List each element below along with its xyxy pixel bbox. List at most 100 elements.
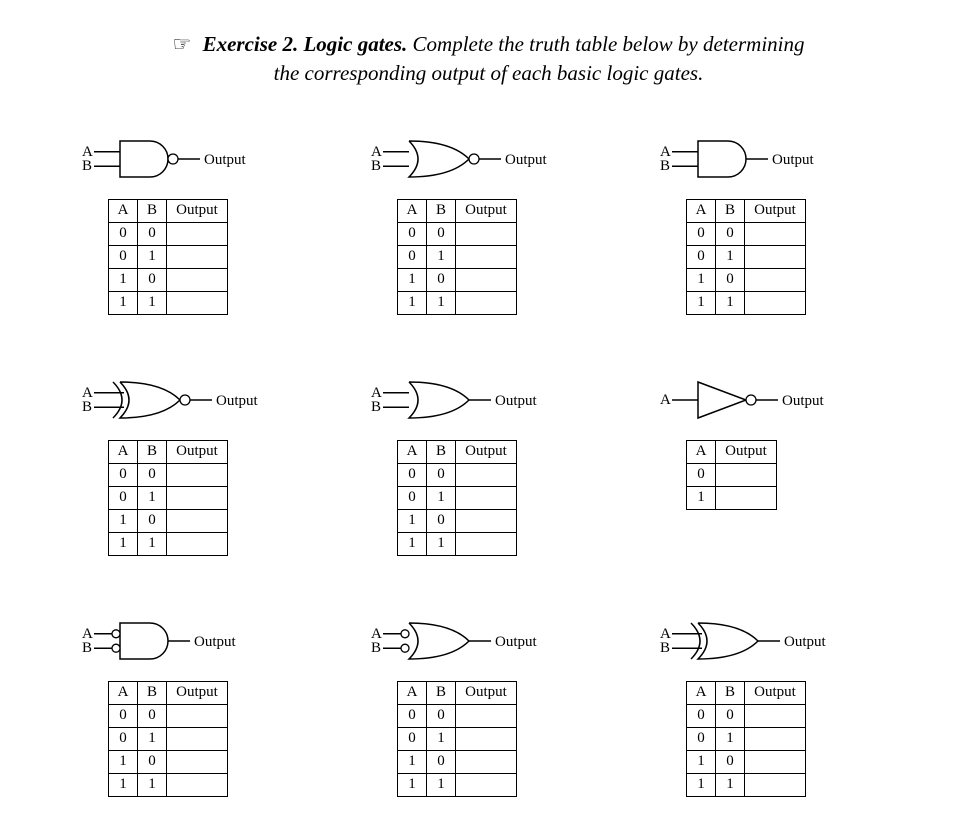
- truth-table: ABOutput00011011: [108, 440, 228, 556]
- cell-b: 1: [427, 291, 456, 314]
- gate-block: ABOutputABOutput00011011: [369, 129, 608, 315]
- cell-a: 0: [109, 704, 138, 727]
- cell-b: 1: [427, 245, 456, 268]
- table-row: 11: [109, 532, 228, 555]
- cell-output[interactable]: [456, 727, 517, 750]
- cell-output[interactable]: [167, 245, 228, 268]
- cell-a: 1: [687, 750, 716, 773]
- cell-b: 1: [716, 291, 745, 314]
- col-output-header: Output: [745, 199, 806, 222]
- cell-b: 1: [716, 727, 745, 750]
- cell-output[interactable]: [456, 291, 517, 314]
- svg-text:B: B: [660, 640, 670, 656]
- cell-output[interactable]: [167, 704, 228, 727]
- cell-output[interactable]: [167, 291, 228, 314]
- cell-output[interactable]: [167, 509, 228, 532]
- cell-b: 1: [138, 486, 167, 509]
- cell-output[interactable]: [745, 245, 806, 268]
- gate-block: ABOutputABOutput00011011: [658, 611, 897, 797]
- cell-b: 1: [427, 486, 456, 509]
- cell-a: 0: [687, 463, 716, 486]
- gate-symbol: ABOutput: [369, 370, 579, 430]
- table-row: 10: [109, 268, 228, 291]
- gate-symbol: AOutput: [658, 370, 868, 430]
- cell-output[interactable]: [456, 750, 517, 773]
- col-a-header: A: [398, 681, 427, 704]
- gate-block: AOutputAOutput01: [658, 370, 897, 556]
- cell-output[interactable]: [745, 750, 806, 773]
- cell-output[interactable]: [167, 532, 228, 555]
- cell-a: 0: [687, 222, 716, 245]
- svg-text:A: A: [660, 392, 671, 408]
- table-row: 01: [398, 486, 517, 509]
- svg-text:B: B: [660, 158, 670, 174]
- svg-text:B: B: [82, 399, 92, 415]
- gate-block: ABOutputABOutput00011011: [658, 129, 897, 315]
- col-output-header: Output: [167, 681, 228, 704]
- gate-symbol: ABOutput: [369, 129, 579, 189]
- col-output-header: Output: [716, 440, 777, 463]
- cell-output[interactable]: [167, 222, 228, 245]
- gate-symbol: ABOutput: [658, 611, 868, 671]
- cell-output[interactable]: [745, 268, 806, 291]
- cell-output[interactable]: [456, 773, 517, 796]
- cell-output[interactable]: [456, 245, 517, 268]
- cell-b: 0: [427, 509, 456, 532]
- cell-output[interactable]: [745, 727, 806, 750]
- cell-output[interactable]: [167, 750, 228, 773]
- table-row: 00: [398, 222, 517, 245]
- truth-table: ABOutput00011011: [686, 681, 806, 797]
- cell-output[interactable]: [167, 268, 228, 291]
- cell-output[interactable]: [716, 486, 777, 509]
- gate-symbol: ABOutput: [80, 611, 290, 671]
- cell-output[interactable]: [167, 486, 228, 509]
- col-b-header: B: [716, 199, 745, 222]
- table-row: 10: [398, 509, 517, 532]
- cell-a: 1: [109, 509, 138, 532]
- cell-output[interactable]: [456, 486, 517, 509]
- cell-output[interactable]: [745, 222, 806, 245]
- cell-output[interactable]: [456, 463, 517, 486]
- instruction-line1: Complete the truth table below by determ…: [413, 32, 805, 56]
- cell-a: 0: [109, 463, 138, 486]
- cell-output[interactable]: [167, 727, 228, 750]
- table-row: 11: [109, 291, 228, 314]
- truth-table: ABOutput00011011: [108, 199, 228, 315]
- gate-block: ABOutputABOutput00011011: [369, 611, 608, 797]
- table-row: 01: [398, 727, 517, 750]
- table-row: 01: [687, 727, 806, 750]
- gate-block: ABOutputABOutput00011011: [80, 370, 319, 556]
- col-a-header: A: [687, 681, 716, 704]
- cell-output[interactable]: [745, 773, 806, 796]
- cell-output[interactable]: [456, 532, 517, 555]
- svg-text:Output: Output: [505, 152, 548, 168]
- cell-output[interactable]: [716, 463, 777, 486]
- cell-output[interactable]: [456, 704, 517, 727]
- cell-output[interactable]: [456, 268, 517, 291]
- col-a-header: A: [398, 199, 427, 222]
- cell-a: 1: [687, 773, 716, 796]
- cell-a: 0: [398, 463, 427, 486]
- table-row: 11: [398, 291, 517, 314]
- pointing-hand-icon: ☞: [173, 30, 192, 59]
- col-output-header: Output: [456, 440, 517, 463]
- cell-output[interactable]: [456, 222, 517, 245]
- truth-table: AOutput01: [686, 440, 777, 510]
- table-row: 01: [687, 245, 806, 268]
- cell-output[interactable]: [745, 704, 806, 727]
- cell-output[interactable]: [167, 463, 228, 486]
- cell-output[interactable]: [745, 291, 806, 314]
- cell-a: 1: [109, 532, 138, 555]
- svg-text:B: B: [371, 158, 381, 174]
- cell-output[interactable]: [167, 773, 228, 796]
- cell-output[interactable]: [456, 509, 517, 532]
- col-a-header: A: [687, 199, 716, 222]
- cell-b: 0: [138, 222, 167, 245]
- col-a-header: A: [109, 440, 138, 463]
- svg-text:Output: Output: [495, 634, 538, 650]
- table-row: 11: [687, 773, 806, 796]
- cell-b: 1: [427, 727, 456, 750]
- cell-b: 0: [716, 750, 745, 773]
- cell-a: 0: [687, 727, 716, 750]
- table-row: 00: [398, 463, 517, 486]
